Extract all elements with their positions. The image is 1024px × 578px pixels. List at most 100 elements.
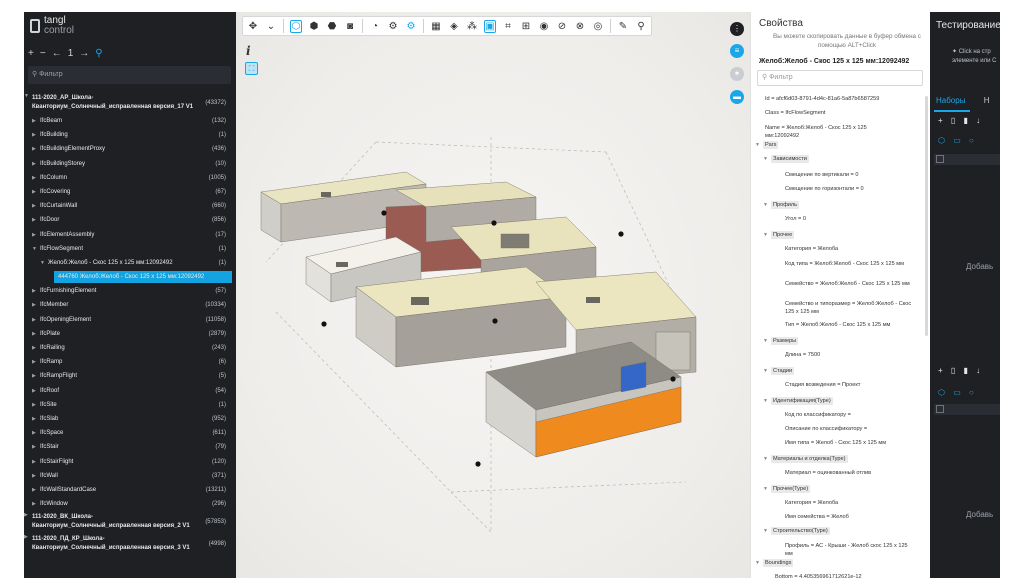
set-row-1[interactable] [934, 154, 1000, 165]
chevron-down-icon[interactable]: ▼ [40, 256, 45, 270]
property-row[interactable]: Bottom = 4.405356961712621e-12 [775, 574, 862, 578]
tree-item[interactable]: ▶ IfcStairFlight (120) [24, 455, 236, 469]
property-row[interactable]: Name = Желоб:Желоб - Скос 125 х 125 мм:1… [765, 124, 885, 140]
selection-mode-icon[interactable]: ⛶ [245, 62, 258, 75]
property-row[interactable]: Материал = оцинкованный отлив [785, 470, 871, 476]
chevron-right-icon[interactable]: ▶ [32, 440, 36, 454]
property-group[interactable]: ▼ Размеры [763, 337, 799, 345]
property-group[interactable]: ▼ Boundings [755, 559, 794, 567]
chevron-right-icon[interactable]: ▶ [32, 128, 36, 142]
properties-filter-input[interactable]: ⚲ Фильтр [757, 70, 923, 86]
property-row[interactable]: Смещение по горизонтали = 0 [785, 186, 864, 192]
chevron-right-icon[interactable]: ▶ [32, 284, 36, 298]
tree-item[interactable]: ▶ 111-2020_ПД_КР_Школа-Кванториум_Солнечн… [24, 533, 236, 555]
record-icon[interactable]: ◉ [538, 21, 550, 32]
property-row[interactable]: Категория = Желоба [785, 500, 838, 506]
tree-item[interactable]: ▶ IfcOpeningElement (11058) [24, 313, 236, 327]
tree-item[interactable]: ▶ IfcSlab (952) [24, 412, 236, 426]
focus-icon[interactable]: ⌗ [502, 21, 514, 32]
list-icon[interactable]: ≡ [730, 44, 744, 58]
tree-item[interactable]: ▼ 111-2020_АР_Школа-Кванториум_Солнечный_… [24, 92, 236, 114]
chevron-down-icon[interactable]: ▼ [763, 368, 768, 374]
chevron-right-icon[interactable]: ▶ [32, 355, 36, 369]
tree-item[interactable]: ▶ IfcRailing (243) [24, 341, 236, 355]
chevron-down-icon[interactable]: ▼ [755, 560, 760, 566]
chevron-down-icon[interactable]: ▼ [763, 202, 768, 208]
tree-item[interactable]: ▶ IfcDoor (856) [24, 213, 236, 227]
tree-item[interactable]: ▶ IfcCurtainWall (660) [24, 199, 236, 213]
property-group[interactable]: ▼ Зависимости [763, 155, 809, 163]
property-group[interactable]: ▼ Прочее [763, 231, 795, 239]
sets-toolbar-2[interactable]: + ▯ ▮ ↓ [938, 366, 980, 375]
chevron-down-icon[interactable]: ▼ [763, 338, 768, 344]
level-down-button[interactable]: ← [52, 48, 62, 59]
pen-icon[interactable]: ✎ [617, 21, 629, 32]
chevron-right-icon[interactable]: ▶ [24, 533, 28, 542]
tree-item[interactable]: ▶ IfcRampFlight (5) [24, 369, 236, 383]
tree-item[interactable]: ▶ IfcBeam (132) [24, 114, 236, 128]
property-row[interactable]: Профиль = АС - Крыши - Желоб скос 125 х … [785, 542, 915, 558]
grid-icon[interactable]: ▦ [430, 21, 442, 32]
tree-item[interactable]: ▶ IfcRoof (54) [24, 384, 236, 398]
eye-icon[interactable]: ◎ [592, 21, 604, 32]
chevron-down-icon[interactable]: ▼ [763, 486, 768, 492]
property-group[interactable]: ▼ Pars [755, 141, 779, 149]
nodes-icon[interactable]: ⁂ [466, 21, 478, 32]
tree-item[interactable]: ▶ IfcCovering (67) [24, 185, 236, 199]
eye-off-icon[interactable]: ⊘ [556, 21, 568, 32]
property-group[interactable]: ▼ Прочее(Type) [763, 485, 811, 493]
chevron-right-icon[interactable]: ▶ [32, 142, 36, 156]
property-group[interactable]: ▼ Материалы и отделка(Type) [763, 455, 848, 463]
tree-item[interactable]: ▶ 111-2020_ВК_Школа-Кванториум_Солнечный_… [24, 511, 236, 533]
property-row[interactable]: Семейство и типоразмер = Желоб:Желоб - С… [785, 300, 915, 316]
chevron-right-icon[interactable]: ▶ [32, 426, 36, 440]
tree-filter-input[interactable]: ⚲ Фильтр [28, 66, 231, 84]
chevron-right-icon[interactable]: ▶ [32, 171, 36, 185]
building-model[interactable] [236, 12, 750, 578]
property-group[interactable]: ▼ Идентификация(Type) [763, 397, 833, 405]
property-group[interactable]: ▼ Стадии [763, 367, 795, 375]
property-row[interactable]: Код по классификатору = [785, 412, 851, 418]
cube-split-icon[interactable]: ◈ [448, 21, 460, 32]
tree-item[interactable]: ▶ IfcWall (371) [24, 469, 236, 483]
chevron-right-icon[interactable]: ▶ [32, 327, 36, 341]
chevron-right-icon[interactable]: ▶ [32, 341, 36, 355]
target-icon[interactable]: ⊞ [520, 21, 532, 32]
chevron-right-icon[interactable]: ▶ [24, 511, 28, 520]
chevron-right-icon[interactable]: ▶ [32, 398, 36, 412]
chevron-right-icon[interactable]: ▶ [32, 199, 36, 213]
chevron-down-icon[interactable]: ▼ [763, 232, 768, 238]
tree-item-selected[interactable]: 444760 Желоб:Желоб - Скос 125 х 125 мм:1… [24, 270, 236, 284]
tree-item[interactable]: ▶ IfcBuildingElementProxy (436) [24, 142, 236, 156]
property-row[interactable]: Тип = Желоб:Желоб - Скос 125 х 125 мм [785, 322, 890, 328]
select-box-icon[interactable]: ▣ [484, 19, 496, 33]
3d-viewport[interactable]: ✥ ⌄ ⬡ ⬢ ⬣ ◙ ◔ ⚙ ⚙ ▦ ◈ ⁂ ▣ ⌗ ⊞ ◉ ⊘ ⊗ ◎ ✎ … [236, 12, 750, 578]
tree-item[interactable]: ▶ IfcSpace (611) [24, 426, 236, 440]
tree-item[interactable]: ▶ IfcMember (10334) [24, 298, 236, 312]
chevron-right-icon[interactable]: ▶ [32, 185, 36, 199]
tree-item[interactable]: ▼ IfcFlowSegment (1) [24, 242, 236, 256]
camera-icon[interactable]: ◙ [344, 21, 356, 32]
property-row[interactable]: Описание по классификатору = [785, 426, 867, 432]
chevron-down-icon[interactable]: ▼ [763, 528, 768, 534]
tree-item[interactable]: ▶ IfcFurnishingElement (57) [24, 284, 236, 298]
chevron-down-icon[interactable]: ▼ [763, 456, 768, 462]
tree-item[interactable]: ▶ IfcElementAssembly (17) [24, 228, 236, 242]
chevron-right-icon[interactable]: ▶ [32, 313, 36, 327]
chevron-right-icon[interactable]: ▶ [32, 157, 36, 171]
chevron-down-icon[interactable]: ▼ [763, 156, 768, 162]
tree-item[interactable]: ▶ IfcPlate (2879) [24, 327, 236, 341]
chevron-right-icon[interactable]: ▶ [32, 483, 36, 497]
property-row[interactable]: Имя типа = Желоб - Скос 125 х 125 мм [785, 440, 886, 446]
gear-icon[interactable]: ⚙ [387, 21, 399, 32]
set-row-2[interactable] [934, 404, 1000, 415]
cube-dark-icon[interactable]: ⬣ [326, 21, 338, 32]
property-row[interactable]: Class = IfcFlowSegment [765, 110, 825, 116]
property-group[interactable]: ▼ Профиль [763, 201, 800, 209]
chat-icon[interactable]: ▬ [730, 90, 744, 104]
tab-sets[interactable]: Наборы [936, 96, 965, 105]
chevron-down-icon[interactable]: ▼ [763, 398, 768, 404]
chevron-down-icon[interactable]: ▼ [32, 242, 37, 256]
chevron-right-icon[interactable]: ▶ [32, 384, 36, 398]
sets-toolbar-1[interactable]: + ▯ ▮ ↓ [938, 116, 980, 125]
